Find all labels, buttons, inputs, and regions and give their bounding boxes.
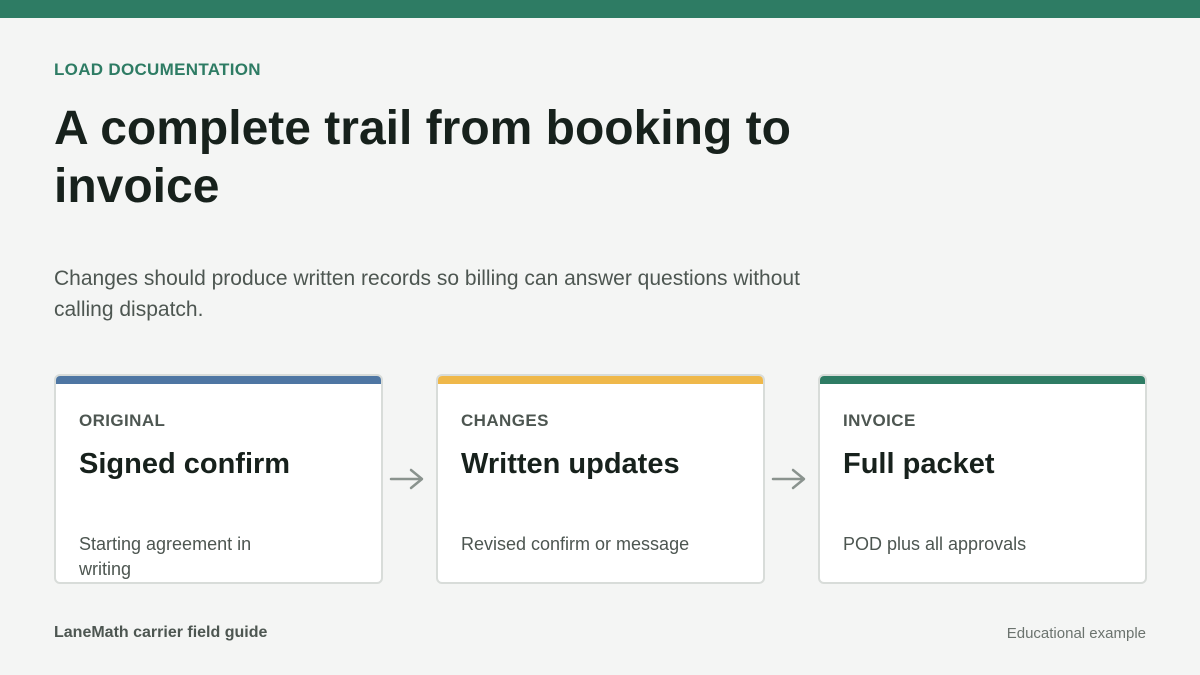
step-card-accent-bar: [820, 376, 1145, 384]
top-accent-band: [0, 0, 1200, 18]
step-card-title: Full packet: [843, 448, 995, 480]
step-card-changes: CHANGES Written updates Revised confirm …: [436, 374, 765, 584]
step-card-original: ORIGINAL Signed confirm Starting agreeme…: [54, 374, 383, 584]
arrow-right-icon: [771, 468, 806, 490]
footer-source: LaneMath carrier field guide: [54, 624, 268, 641]
step-card-tag: INVOICE: [843, 411, 916, 430]
page-subtitle: Changes should produce written records s…: [54, 267, 800, 321]
step-card-accent-bar: [438, 376, 763, 384]
step-card-accent-bar: [56, 376, 381, 384]
step-card-description: Revised confirm or message: [461, 534, 690, 554]
step-card-tag: CHANGES: [461, 411, 549, 430]
arrow-right-icon: [389, 468, 424, 490]
footer-note: Educational example: [1006, 625, 1146, 642]
step-card-description: Starting agreement in writing: [79, 534, 252, 579]
eyebrow-label: LOAD DOCUMENTATION: [54, 60, 261, 79]
step-card-title: Signed confirm: [79, 448, 291, 480]
slide: LOAD DOCUMENTATION A complete trail from…: [0, 0, 1200, 675]
page-title: A complete trail from booking to invoice: [54, 102, 791, 213]
step-card-tag: ORIGINAL: [79, 411, 166, 430]
step-card-title: Written updates: [461, 448, 680, 480]
step-card-description: POD plus all approvals: [843, 534, 1027, 554]
step-card-invoice: INVOICE Full packet POD plus all approva…: [818, 374, 1147, 584]
